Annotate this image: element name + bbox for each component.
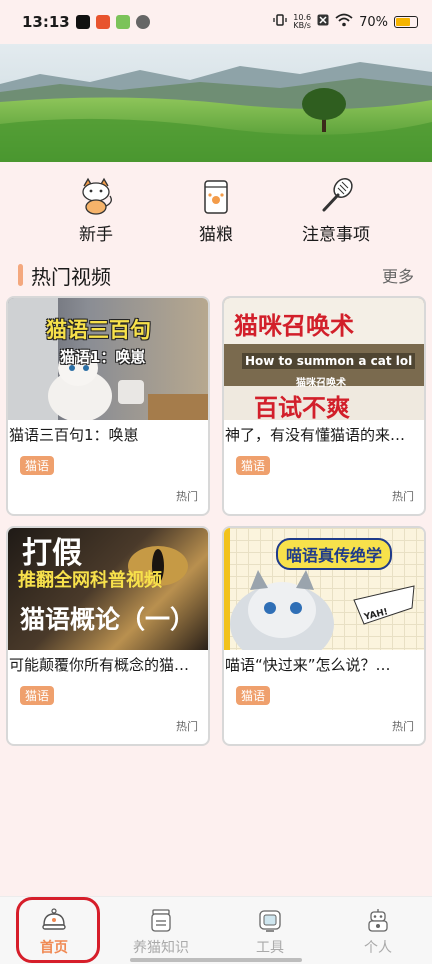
thumbnail-caption: 猫咪召唤术 — [234, 312, 354, 340]
thumbnail-subcaption: 猫语1：唤崽 — [60, 348, 146, 366]
banner-image[interactable] — [0, 44, 432, 162]
thumbnail-caption: 百试不爽 — [254, 394, 350, 420]
video-card[interactable]: 猫语三百句 猫语1：唤崽 猫语三百句1：唤崽 猫语 热门 — [6, 296, 210, 516]
section-title: 热门视频 — [31, 264, 111, 289]
video-card[interactable]: 猫咪召唤术 How to summon a cat lol 猫咪召唤术 百试不爽… — [222, 296, 426, 516]
video-thumbnail: 打假 推翻全网科普视频 猫语概论（一） — [8, 528, 208, 650]
nav-label: 养猫知识 — [133, 940, 189, 956]
close-box-icon — [317, 14, 329, 30]
thumbnail-subcaption: How to summon a cat lol — [242, 353, 416, 369]
video-card[interactable]: 喵语真传绝学 YAH! 喵语“快过来”怎么说？… 猫语 热门 — [222, 526, 426, 746]
category-label: 注意事项 — [302, 225, 370, 245]
tool-box-icon — [257, 907, 283, 933]
thumbnail-caption: 喵语真传绝学 — [276, 538, 393, 570]
net-speed-unit: KB/s — [293, 21, 311, 30]
thumbnail-caption: 猫语三百句 — [46, 318, 151, 342]
tiktok-icon — [75, 15, 90, 29]
robot-profile-icon — [365, 907, 391, 933]
video-tag: 猫语 — [20, 686, 55, 705]
thumbnail-caption: 猫语概论（一） — [20, 605, 196, 634]
battery-percent: 70% — [359, 14, 388, 30]
video-title: 神了，有没有懂猫语的来… — [225, 426, 406, 444]
nav-cat-knowledge[interactable]: 养猫知识 — [116, 907, 206, 957]
cat-icon — [76, 176, 116, 216]
category-notes[interactable]: 注意事项 — [276, 176, 396, 245]
category-newbie[interactable]: 新手 — [36, 176, 156, 245]
battery-icon — [394, 16, 418, 28]
category-label: 新手 — [79, 225, 113, 245]
video-footer: 热门 — [392, 720, 414, 733]
video-thumbnail: 猫语三百句 猫语1：唤崽 — [8, 298, 208, 420]
video-thumbnail: 喵语真传绝学 YAH! — [224, 528, 424, 650]
category-cat-food[interactable]: 猫粮 — [156, 176, 276, 245]
wechat-icon — [135, 15, 150, 29]
video-tag: 猫语 — [236, 686, 271, 705]
vibrate-icon — [273, 13, 287, 31]
section-accent-bar — [18, 264, 23, 286]
video-tag: 猫语 — [236, 456, 271, 475]
app-notification-icon — [115, 15, 130, 29]
active-tab-highlight — [16, 897, 100, 963]
video-card[interactable]: 打假 推翻全网科普视频 猫语概论（一） 可能颠覆你所有概念的猫… 猫语 热门 — [6, 526, 210, 746]
category-row: 新手 猫粮 注意事项 — [0, 176, 432, 246]
more-link[interactable]: 更多 — [382, 263, 414, 287]
net-speed: 10.6 KB/s — [293, 14, 311, 30]
status-time: 13:13 — [22, 13, 70, 31]
nav-profile[interactable]: 个人 — [333, 907, 423, 957]
home-indicator[interactable] — [130, 958, 302, 962]
app-notification-icon — [95, 15, 110, 29]
nav-label: 工具 — [256, 940, 284, 956]
thumbnail-subcaption: 猫咪召唤术 — [296, 378, 346, 389]
thumbnail-subcaption: 推翻全网科普视频 — [18, 570, 162, 591]
nav-tools[interactable]: 工具 — [225, 907, 315, 957]
grooming-brush-icon — [316, 176, 356, 216]
video-title: 喵语“快过来”怎么说？… — [225, 656, 391, 674]
food-jar-icon — [148, 907, 174, 933]
section-header: 热门视频 更多 — [18, 260, 414, 290]
video-footer: 热门 — [392, 490, 414, 503]
category-label: 猫粮 — [199, 225, 233, 245]
video-title: 猫语三百句1：唤崽 — [9, 426, 139, 444]
video-footer: 热门 — [176, 490, 198, 503]
video-title: 可能颠覆你所有概念的猫… — [9, 656, 190, 674]
video-thumbnail: 猫咪召唤术 How to summon a cat lol 猫咪召唤术 百试不爽 — [224, 298, 424, 420]
wifi-icon — [335, 13, 353, 31]
cat-food-bag-icon — [196, 176, 236, 216]
video-footer: 热门 — [176, 720, 198, 733]
status-bar: 13:13 10.6 KB/s 70% — [0, 0, 432, 44]
video-tag: 猫语 — [20, 456, 55, 475]
nav-label: 个人 — [364, 940, 392, 956]
